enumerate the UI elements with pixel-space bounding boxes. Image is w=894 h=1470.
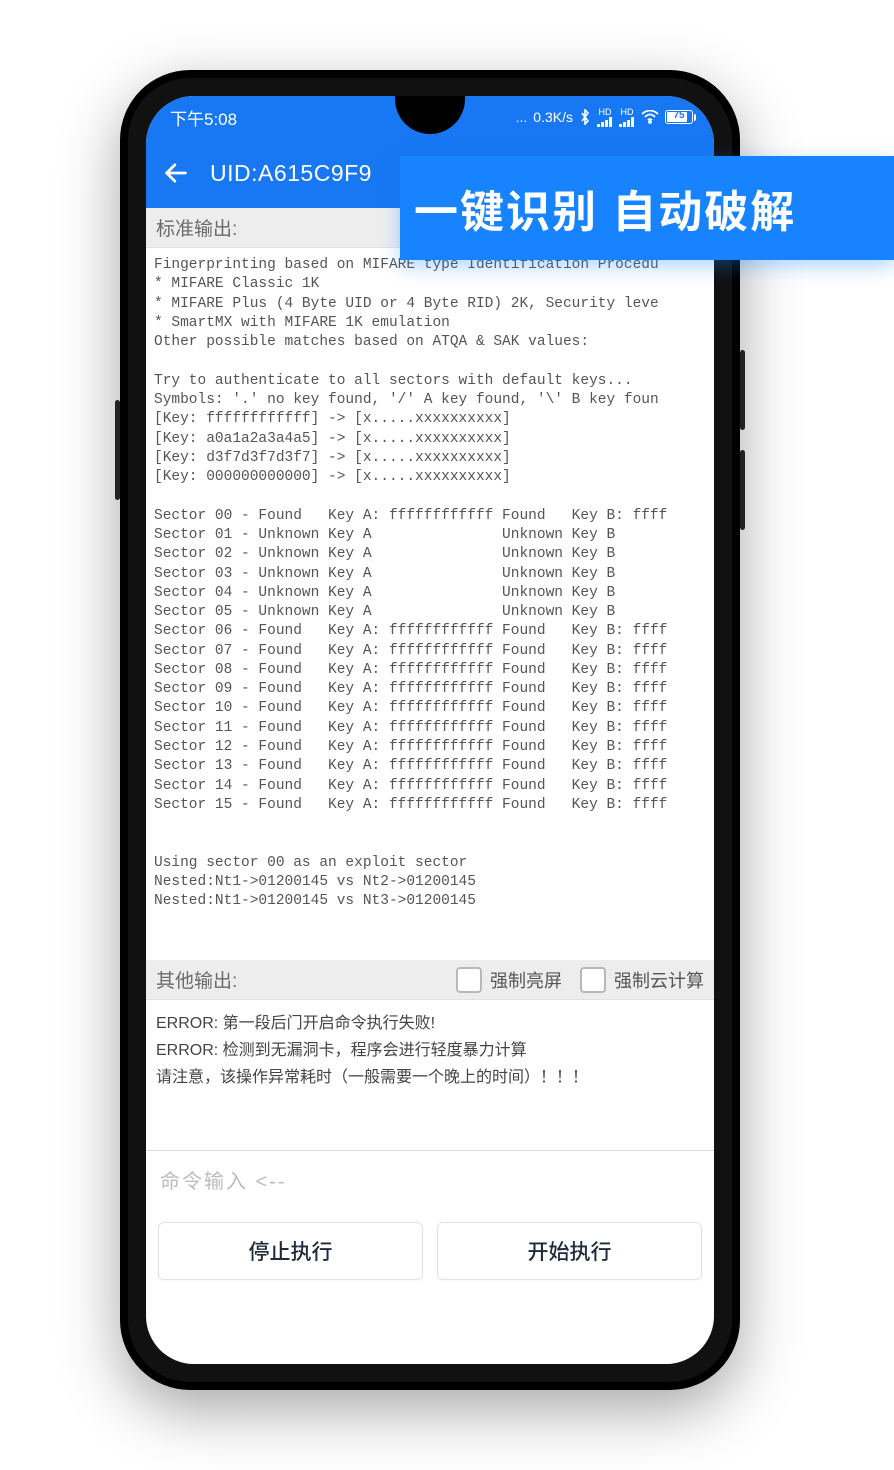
start-button-label: 开始执行 — [528, 1236, 612, 1266]
checkbox-icon — [580, 967, 606, 993]
signal-2-icon: HD — [619, 108, 635, 127]
status-net-speed: 0.3K/s — [533, 109, 573, 125]
wifi-icon — [641, 110, 659, 124]
notice-line: 请注意，该操作异常耗时（一般需要一个晚上的时间）！！！ — [156, 1064, 704, 1091]
status-prefix: ... — [516, 109, 528, 125]
volume-up-button — [740, 350, 745, 430]
error-line: ERROR: 检测到无漏洞卡，程序会进行轻度暴力计算 — [156, 1037, 704, 1064]
stop-button-label: 停止执行 — [249, 1236, 333, 1266]
other-output-label: 其他输出: — [156, 966, 237, 993]
action-row: 停止执行 开始执行 — [146, 1208, 714, 1306]
status-right: ... 0.3K/s HD HD — [516, 108, 696, 127]
power-button — [115, 400, 120, 500]
start-button[interactable]: 开始执行 — [437, 1222, 702, 1280]
force-cloud-option[interactable]: 强制云计算 — [580, 967, 704, 993]
checkbox-icon — [456, 967, 482, 993]
arrow-left-icon — [162, 159, 190, 187]
other-output-bar: 其他输出: 强制亮屏 强制云计算 — [146, 960, 714, 1000]
screen: 下午5:08 ... 0.3K/s HD HD — [146, 96, 714, 1364]
force-cloud-label: 强制云计算 — [614, 967, 704, 993]
console-errors[interactable]: ERROR: 第一段后门开启命令执行失败! ERROR: 检测到无漏洞卡，程序会… — [146, 1000, 714, 1150]
stop-button[interactable]: 停止执行 — [158, 1222, 423, 1280]
stdout-label-text: 标准输出: — [156, 214, 237, 241]
promo-banner-text: 一键识别 自动破解 — [414, 188, 796, 237]
command-input-placeholder: 命令输入 <-- — [160, 1171, 287, 1193]
error-line: ERROR: 第一段后门开启命令执行失败! — [156, 1010, 704, 1037]
console-stdout[interactable]: Fingerprinting based on MIFARE type Iden… — [146, 248, 714, 960]
force-screen-on-label: 强制亮屏 — [490, 967, 562, 993]
force-screen-on-option[interactable]: 强制亮屏 — [456, 967, 562, 993]
bluetooth-icon — [579, 109, 591, 125]
back-button[interactable] — [156, 153, 196, 193]
battery-icon: 75 — [665, 110, 696, 124]
command-input[interactable]: 命令输入 <-- — [146, 1150, 714, 1208]
phone-frame: 下午5:08 ... 0.3K/s HD HD — [120, 70, 740, 1390]
promo-banner: 一键识别 自动破解 — [400, 156, 894, 260]
signal-1-icon: HD — [597, 108, 613, 127]
appbar-title: UID:A615C9F9 — [210, 160, 372, 187]
status-time: 下午5:08 — [170, 105, 237, 130]
volume-down-button — [740, 450, 745, 530]
